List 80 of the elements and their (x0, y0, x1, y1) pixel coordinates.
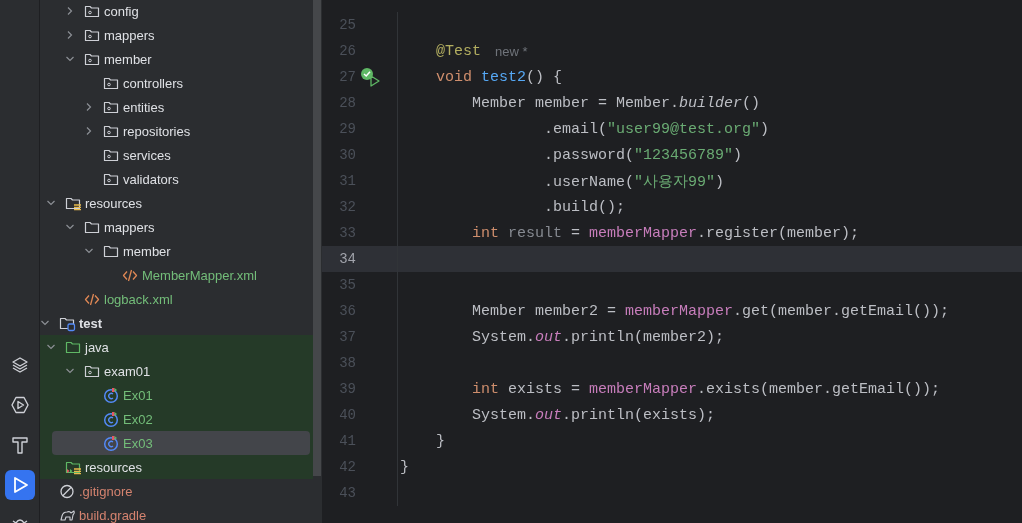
item-label: controllers (123, 75, 183, 91)
item-label: mappers (104, 27, 155, 43)
item-label: logback.xml (104, 291, 173, 307)
class-icon (103, 434, 120, 452)
item-label: test (79, 315, 103, 331)
item-label: build.gradle (79, 507, 147, 523)
item-label: resources (85, 459, 143, 475)
tree-item[interactable]: Ex02 (40, 407, 310, 431)
tree-item[interactable]: entities (40, 95, 310, 119)
tree-item[interactable]: resources (40, 455, 310, 479)
class-icon (103, 386, 120, 404)
tree-item[interactable]: Ex01 (40, 383, 310, 407)
item-label: .gitignore (79, 483, 133, 499)
tree-item[interactable]: Ex03 (52, 431, 310, 455)
code-line: int exists = memberMapper.exists(member.getEmail()); (471, 380, 941, 398)
tree-item[interactable]: logback.xml (40, 287, 310, 311)
item-label: mappers (104, 219, 155, 235)
collapse-chevron-icon[interactable] (65, 54, 75, 64)
collapse-chevron-icon[interactable] (46, 342, 56, 352)
item-label: MemberMapper.xml (142, 267, 257, 283)
collapse-chevron-icon[interactable] (46, 198, 56, 208)
expand-chevron-icon[interactable] (65, 6, 75, 16)
tree-item[interactable]: .gitignore (40, 479, 310, 503)
code-line: void test2() { (435, 68, 563, 86)
tree-item[interactable]: member (40, 239, 310, 263)
item-label: java (85, 339, 109, 355)
code-line: @Test (435, 42, 481, 60)
item-label: services (123, 147, 171, 163)
item-label: exam01 (104, 363, 151, 379)
tree-item[interactable]: test (40, 311, 310, 335)
tree-item[interactable]: config (40, 0, 310, 23)
code-line: } (400, 458, 409, 476)
item-label: Ex02 (123, 411, 153, 427)
code-line: int result = memberMapper.register(member); (471, 224, 860, 242)
tree-item[interactable]: repositories (40, 119, 310, 143)
item-label: config (104, 3, 139, 19)
code-line: .email("user99@test.org") (543, 120, 770, 138)
item-label: entities (123, 99, 165, 115)
item-label: validators (123, 171, 179, 187)
line-number: 34 (338, 251, 356, 267)
item-label: resources (85, 195, 143, 211)
tree-item[interactable]: validators (40, 167, 310, 191)
code-line: Member member2 = memberMapper.get(member.getEmail()); (471, 302, 950, 320)
code-line: System.out.println(exists); (471, 406, 716, 424)
tree-item[interactable]: controllers (40, 71, 310, 95)
item-label: member (123, 243, 171, 259)
code-line: .password("123456789") (543, 146, 743, 164)
hammer-icon (9, 435, 30, 455)
class-icon (103, 410, 120, 428)
hexagon-play-icon (9, 395, 30, 415)
item-label: repositories (123, 123, 191, 139)
tree-item[interactable]: member (40, 47, 310, 71)
inlay-hint[interactable]: new * (495, 43, 528, 59)
tree-item[interactable]: services (40, 143, 310, 167)
collapse-chevron-icon[interactable] (65, 222, 75, 232)
collapse-chevron-icon[interactable] (84, 246, 94, 256)
tree-item[interactable]: java (40, 335, 310, 359)
expand-chevron-icon[interactable] (84, 126, 94, 136)
tree-item[interactable]: build.gradle (40, 503, 310, 523)
item-label: Ex03 (123, 435, 153, 451)
test-passed-run-icon[interactable] (360, 67, 380, 87)
item-label: Ex01 (123, 387, 153, 403)
tree-item[interactable]: mappers (40, 215, 310, 239)
collapse-chevron-icon[interactable] (40, 318, 50, 328)
code-line: .userName("사용자99") (543, 172, 725, 191)
tree-item[interactable]: mappers (40, 23, 310, 47)
expand-chevron-icon[interactable] (65, 30, 75, 40)
tree-item[interactable]: resources (40, 191, 310, 215)
code-line: .build(); (543, 198, 626, 216)
code-line: System.out.println(member2); (471, 328, 725, 346)
prohibited-icon (59, 482, 76, 500)
tree-item[interactable]: exam01 (40, 359, 310, 383)
expand-chevron-icon[interactable] (84, 102, 94, 112)
collapse-chevron-icon[interactable] (65, 366, 75, 376)
run-tool-button[interactable] (4, 470, 35, 500)
item-label: member (104, 51, 152, 67)
scrollbar[interactable] (313, 0, 321, 476)
code-line: } (435, 432, 445, 450)
tree-item[interactable]: MemberMapper.xml (40, 263, 310, 287)
code-line: Member member = Member.builder() (471, 94, 761, 112)
